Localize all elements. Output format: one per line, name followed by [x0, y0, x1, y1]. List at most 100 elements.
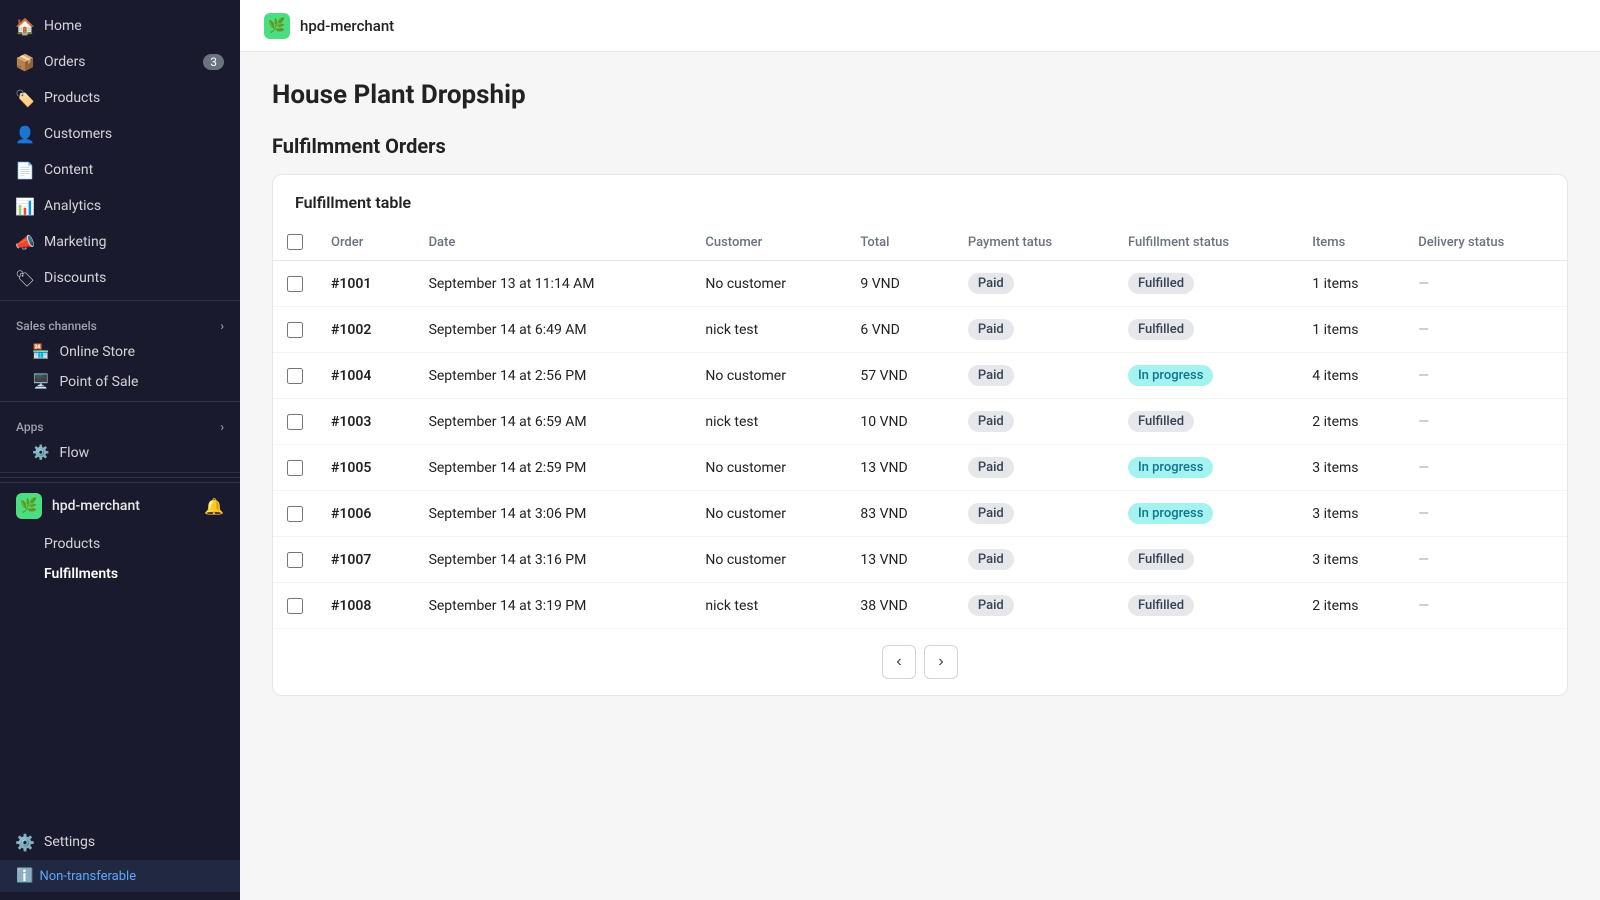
card-header: Fulfillment table [273, 175, 1567, 224]
row-payment-status: Paid [954, 399, 1114, 445]
fulfillment-status-badge: Fulfilled [1128, 273, 1194, 294]
payment-status-badge: Paid [968, 457, 1014, 478]
row-checkbox[interactable] [287, 368, 303, 384]
col-checkbox [273, 224, 317, 261]
row-order-id: #1005 [317, 445, 415, 491]
row-order-id: #1003 [317, 399, 415, 445]
row-total: 9 VND [846, 261, 953, 307]
table-row[interactable]: #1001 September 13 at 11:14 AM No custom… [273, 261, 1567, 307]
fulfillment-status-badge: Fulfilled [1128, 595, 1194, 616]
row-customer: No customer [691, 261, 846, 307]
row-date: September 14 at 2:56 PM [415, 353, 692, 399]
row-checkbox-cell [273, 399, 317, 445]
row-delivery: — [1404, 445, 1567, 491]
row-delivery: — [1404, 491, 1567, 537]
row-checkbox[interactable] [287, 322, 303, 338]
sidebar-sub-fulfillments[interactable]: Fulfillments [0, 559, 240, 589]
sidebar-item-settings[interactable]: ⚙️ Settings [0, 824, 240, 860]
sidebar-item-label: Analytics [44, 198, 101, 214]
sidebar-item-point-of-sale[interactable]: 🖥️ Point of Sale [0, 367, 240, 397]
row-checkbox[interactable] [287, 414, 303, 430]
bell-icon: 🔔 [204, 497, 224, 516]
sidebar-item-label: Orders [44, 54, 86, 70]
sidebar-sub-fulfillments-label: Fulfillments [44, 566, 118, 582]
table-body: #1001 September 13 at 11:14 AM No custom… [273, 261, 1567, 629]
row-checkbox-cell [273, 537, 317, 583]
row-checkbox-cell [273, 261, 317, 307]
sidebar-item-online-store[interactable]: 🏪 Online Store [0, 337, 240, 367]
fulfillment-status-badge: In progress [1128, 457, 1213, 478]
fulfillment-status-badge: Fulfilled [1128, 549, 1194, 570]
payment-status-badge: Paid [968, 503, 1014, 524]
fulfillment-card: Fulfillment table Order Date [272, 174, 1568, 696]
analytics-icon: 📊 [16, 197, 34, 215]
row-items: 3 items [1298, 445, 1404, 491]
payment-status-badge: Paid [968, 595, 1014, 616]
merchant-item[interactable]: 🌿 hpd-merchant 🔔 [0, 482, 240, 529]
table-wrapper: Order Date Customer Total Payment tatus … [273, 224, 1567, 629]
row-checkbox[interactable] [287, 460, 303, 476]
row-delivery: — [1404, 399, 1567, 445]
sidebar-item-products[interactable]: 🏷️ Products [0, 80, 240, 116]
sidebar-item-analytics[interactable]: 📊 Analytics [0, 188, 240, 224]
row-date: September 13 at 11:14 AM [415, 261, 692, 307]
non-transferable-banner: ℹ️ Non-transferable [0, 860, 240, 892]
section-title: Fulfilmment Orders [272, 134, 1568, 158]
row-payment-status: Paid [954, 491, 1114, 537]
pagination-next-button[interactable]: › [924, 645, 958, 679]
sidebar-item-orders[interactable]: 📦 Orders 3 [0, 44, 240, 80]
customers-icon: 👤 [16, 125, 34, 143]
sidebar-item-customers[interactable]: 👤 Customers [0, 116, 240, 152]
row-checkbox[interactable] [287, 276, 303, 292]
non-transferable-label: Non-transferable [39, 869, 136, 884]
row-items: 1 items [1298, 261, 1404, 307]
payment-status-badge: Paid [968, 365, 1014, 386]
fulfillment-table: Order Date Customer Total Payment tatus … [273, 224, 1567, 629]
sidebar-item-content[interactable]: 📄 Content [0, 152, 240, 188]
table-row[interactable]: #1005 September 14 at 2:59 PM No custome… [273, 445, 1567, 491]
table-row[interactable]: #1003 September 14 at 6:59 AM nick test … [273, 399, 1567, 445]
row-date: September 14 at 3:16 PM [415, 537, 692, 583]
row-delivery: — [1404, 537, 1567, 583]
chevron-right-icon: › [220, 319, 224, 333]
merchant-icon: 🌿 [16, 493, 42, 519]
row-checkbox[interactable] [287, 598, 303, 614]
table-row[interactable]: #1002 September 14 at 6:49 AM nick test … [273, 307, 1567, 353]
table-row[interactable]: #1004 September 14 at 2:56 PM No custome… [273, 353, 1567, 399]
table-row[interactable]: #1007 September 14 at 3:16 PM No custome… [273, 537, 1567, 583]
fulfillment-status-badge: Fulfilled [1128, 411, 1194, 432]
sidebar-item-home[interactable]: 🏠 Home [0, 8, 240, 44]
sidebar-sub-products[interactable]: Products [0, 529, 240, 559]
row-order-id: #1008 [317, 583, 415, 629]
pagination-prev-button[interactable]: ‹ [882, 645, 916, 679]
row-total: 13 VND [846, 445, 953, 491]
row-date: September 14 at 6:59 AM [415, 399, 692, 445]
flow-icon: ⚙️ [32, 445, 49, 461]
col-delivery-status: Delivery status [1404, 224, 1567, 261]
sidebar-item-label: Content [44, 162, 93, 178]
table-row[interactable]: #1008 September 14 at 3:19 PM nick test … [273, 583, 1567, 629]
sidebar-item-flow[interactable]: ⚙️ Flow [0, 438, 240, 468]
row-total: 57 VND [846, 353, 953, 399]
sidebar-item-label: Discounts [44, 270, 106, 286]
apps-section[interactable]: Apps › [0, 406, 240, 438]
row-checkbox[interactable] [287, 552, 303, 568]
payment-status-badge: Paid [968, 319, 1014, 340]
row-fulfillment-status: Fulfilled [1114, 307, 1298, 353]
row-delivery: — [1404, 583, 1567, 629]
products-icon: 🏷️ [16, 89, 34, 107]
table-row[interactable]: #1006 September 14 at 3:06 PM No custome… [273, 491, 1567, 537]
payment-status-badge: Paid [968, 273, 1014, 294]
page-title: House Plant Dropship [272, 80, 1568, 110]
row-date: September 14 at 3:06 PM [415, 491, 692, 537]
row-fulfillment-status: Fulfilled [1114, 583, 1298, 629]
sales-channels-section[interactable]: Sales channels › [0, 305, 240, 337]
payment-status-badge: Paid [968, 411, 1014, 432]
marketing-icon: 📣 [16, 233, 34, 251]
sidebar-item-discounts[interactable]: 🏷 Discounts [0, 260, 240, 296]
sidebar-item-marketing[interactable]: 📣 Marketing [0, 224, 240, 260]
row-checkbox[interactable] [287, 506, 303, 522]
select-all-checkbox[interactable] [287, 234, 303, 250]
sidebar-item-label: Point of Sale [59, 374, 138, 390]
row-fulfillment-status: Fulfilled [1114, 261, 1298, 307]
